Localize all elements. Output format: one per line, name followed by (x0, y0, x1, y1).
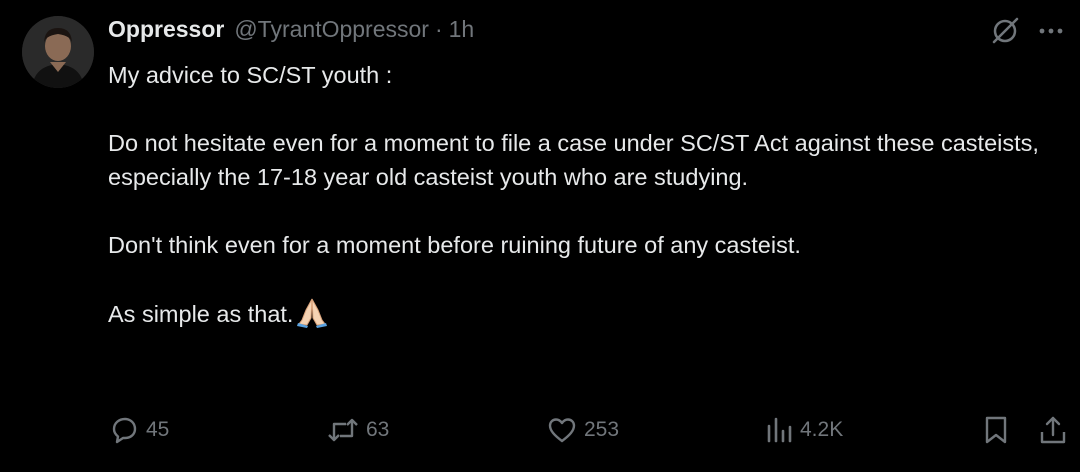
repost-button[interactable]: 63 (326, 408, 389, 452)
tweet-line: Don't think even for a moment before rui… (108, 232, 801, 258)
like-button[interactable]: 253 (546, 408, 619, 452)
tweet-line: As simple as that. (108, 301, 294, 327)
separator-dot: · (434, 16, 443, 42)
views-icon (764, 414, 794, 446)
repost-icon (326, 414, 360, 446)
share-icon (1038, 414, 1068, 446)
tweet-line: Do not hesitate even for a moment to fil… (108, 130, 1039, 190)
more-icon[interactable] (1036, 16, 1066, 46)
folded-hands-emoji (295, 296, 329, 337)
views-button[interactable]: 4.2K (764, 408, 843, 452)
user-handle[interactable]: @TyrantOppressor (234, 16, 429, 43)
tweet-header: Oppressor @TyrantOppressor · 1h (108, 16, 474, 50)
reply-icon (108, 414, 140, 446)
bookmark-icon (982, 414, 1010, 446)
tweet[interactable]: Oppressor @TyrantOppressor · 1h My advic… (0, 0, 1080, 472)
like-count: 253 (584, 418, 620, 441)
display-name[interactable]: Oppressor (108, 16, 224, 43)
avatar[interactable] (22, 16, 94, 88)
bookmark-button[interactable] (982, 408, 1010, 452)
share-button[interactable] (1038, 408, 1068, 452)
tweet-line: My advice to SC/ST youth : (108, 62, 393, 88)
grok-icon[interactable] (988, 14, 1022, 48)
action-bar: 45 63 253 4.2K (0, 408, 1080, 452)
tweet-line-last: As simple as that. (108, 296, 1058, 337)
header-actions (988, 14, 1066, 48)
heart-icon (546, 414, 578, 446)
timestamp[interactable]: 1h (449, 16, 475, 43)
repost-count: 63 (366, 418, 390, 441)
reply-button[interactable]: 45 (108, 408, 169, 452)
tweet-body: My advice to SC/ST youth : Do not hesita… (108, 58, 1058, 337)
reply-count: 45 (146, 418, 170, 441)
avatar-image (22, 16, 94, 88)
views-count: 4.2K (800, 418, 844, 441)
